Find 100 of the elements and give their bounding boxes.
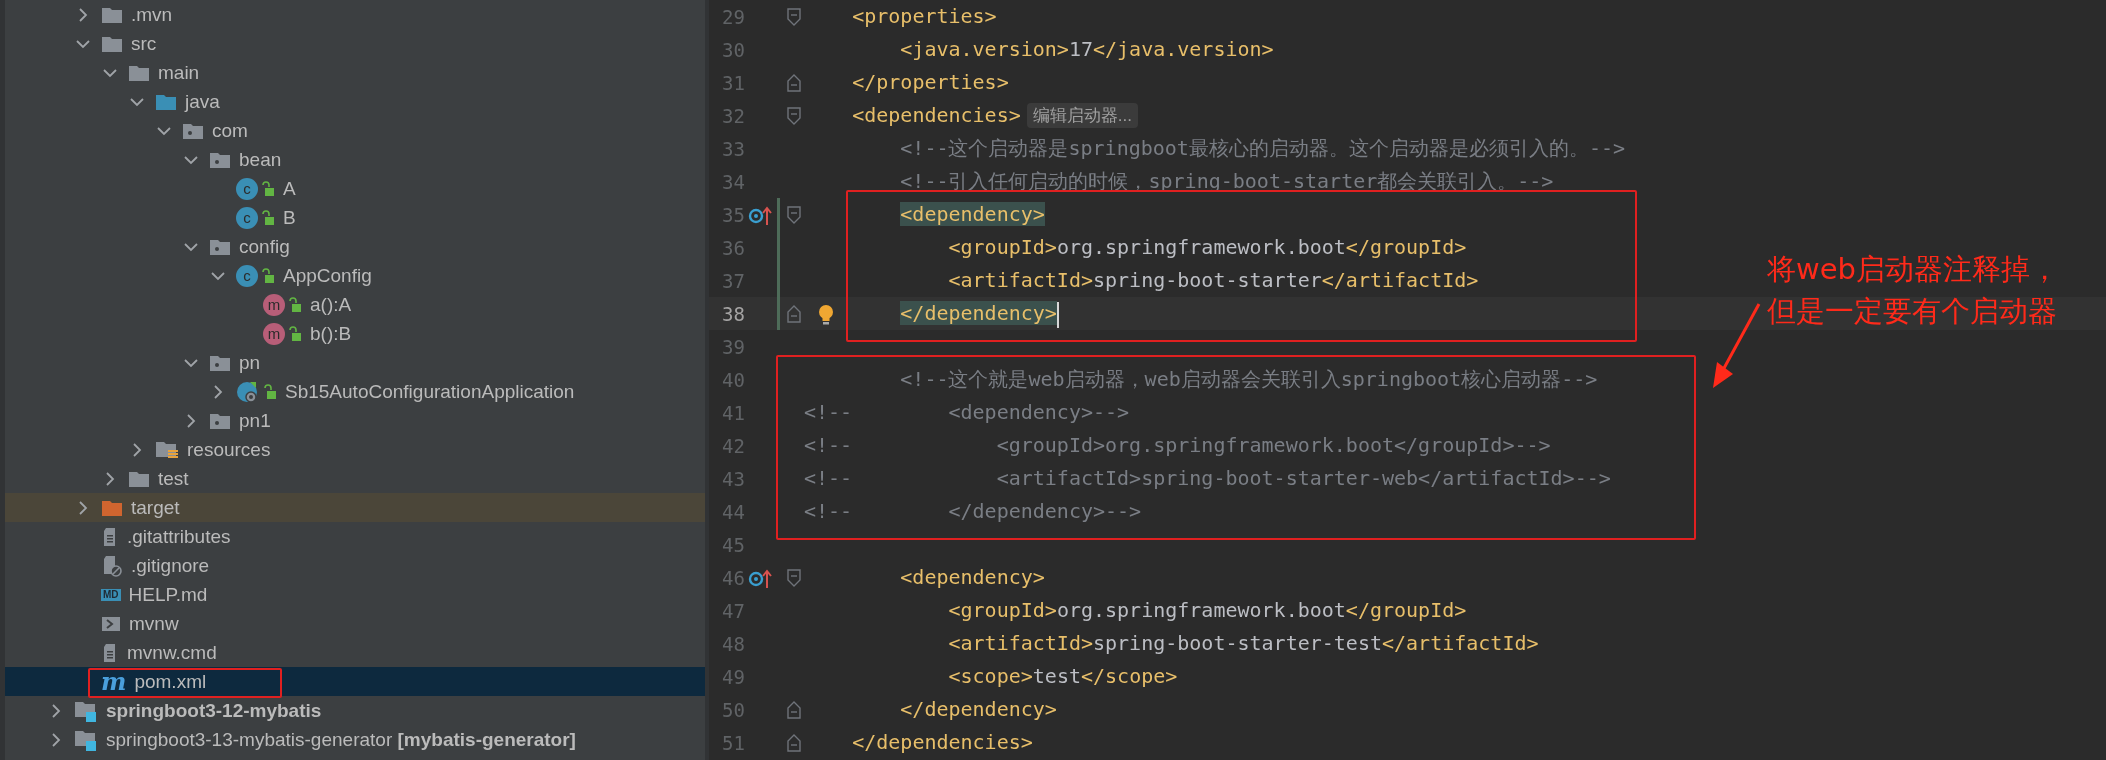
tree-row[interactable]: c B (5, 203, 705, 232)
tree-item-label: a():A (310, 293, 352, 316)
tree-item-label: A (283, 177, 296, 200)
tree-row[interactable]: m b():B (5, 319, 705, 348)
fold-icon[interactable] (786, 7, 801, 26)
fold-icon[interactable] (786, 700, 801, 719)
fold-icon[interactable] (786, 106, 801, 125)
lock-icon (261, 209, 275, 226)
spring-class-icon (236, 379, 260, 404)
tree-item-label: pom.xml (134, 670, 207, 693)
tree-row[interactable]: MD HELP.md (5, 580, 705, 609)
tree-row[interactable]: .gitignore (5, 551, 705, 580)
line-number: 40 (721, 368, 745, 391)
change-marker[interactable] (777, 198, 780, 231)
fold-icon[interactable] (786, 73, 801, 92)
tree-row[interactable]: Sb15AutoConfigurationApplication (5, 377, 705, 406)
tree-item-label: main (158, 61, 200, 84)
tree-row[interactable]: pn1 (5, 406, 705, 435)
tree-row[interactable]: src (5, 29, 705, 58)
terminal-icon (101, 614, 121, 633)
change-marker[interactable] (777, 297, 780, 330)
chevron-right-icon[interactable] (78, 500, 88, 515)
chevron-down-icon[interactable] (184, 357, 198, 368)
chevron-right-icon[interactable] (105, 471, 115, 486)
chevron-down-icon[interactable] (130, 96, 144, 107)
chevron-down-icon[interactable] (211, 270, 225, 281)
line-number: 45 (721, 533, 745, 556)
fold-icon[interactable] (786, 568, 801, 587)
package-icon (209, 150, 231, 169)
lock-icon (261, 180, 275, 197)
tree-row[interactable]: .mvn (5, 0, 705, 29)
code-line: <!--这个启动器是springboot最核心的启动器。这个启动器是必须引入的。--> (899, 135, 1626, 162)
chevron-down-icon[interactable] (103, 67, 117, 78)
code-line: <artifactId>spring-boot-starter-test</artifactId> (947, 630, 1539, 657)
tree-row[interactable]: .gitattributes (5, 522, 705, 551)
folder-icon (128, 63, 150, 82)
tree-row[interactable]: c AppConfig (5, 261, 705, 290)
tree-item-label: HELP.md (128, 583, 208, 606)
code-line: <artifactId>spring-boot-starter</artifactId> (947, 267, 1479, 294)
tree-row[interactable]: pn (5, 348, 705, 377)
tree-row[interactable]: m pom.xml (5, 667, 705, 696)
fold-icon[interactable] (786, 733, 801, 752)
folder-icon (101, 34, 123, 53)
line-number: 37 (721, 269, 745, 292)
inlay-hint[interactable]: 编辑启动器... (1026, 103, 1138, 128)
chevron-down-icon[interactable] (184, 241, 198, 252)
chevron-right-icon[interactable] (132, 442, 142, 457)
tree-row[interactable]: java (5, 87, 705, 116)
lock-icon (288, 296, 302, 313)
code-line: <dependencies> (851, 102, 1021, 129)
tree-item-label: mvnw.cmd (127, 641, 217, 664)
line-number: 46 (721, 566, 745, 589)
tree-item-label: test (158, 467, 189, 490)
code-line: <!-- <artifactId>spring-boot-starter-web</artifactId>--> (804, 465, 1611, 492)
chevron-down-icon[interactable] (157, 125, 171, 136)
tree-item-label: .mvn (131, 3, 173, 26)
tree-row[interactable]: test (5, 464, 705, 493)
tree-row[interactable]: springboot3-13-mybatis-generator [mybatis-generator] (5, 725, 705, 754)
chevron-down-icon[interactable] (184, 154, 198, 165)
chevron-right-icon[interactable] (78, 7, 88, 22)
tree-row[interactable]: springboot3-12-mybatis (5, 696, 705, 725)
line-number: 41 (721, 401, 745, 424)
class-marker: c (236, 264, 258, 287)
tree-row[interactable]: c A (5, 174, 705, 203)
chevron-down-icon[interactable] (76, 38, 90, 49)
code-line: </dependency> (804, 297, 1059, 330)
tree-row[interactable]: m a():A (5, 290, 705, 319)
code-line: <groupId>org.springframework.boot</groupId> (947, 597, 1467, 624)
tree-row[interactable]: config (5, 232, 705, 261)
text-cursor (1056, 301, 1059, 328)
line-number: 35 (721, 203, 745, 226)
tree-item-label: pn (239, 351, 261, 374)
lock-icon (288, 325, 302, 342)
chevron-right-icon[interactable] (213, 384, 223, 399)
tree-item-label: mvnw (129, 612, 179, 635)
package-icon (209, 237, 231, 256)
chevron-right-icon[interactable] (51, 703, 61, 718)
tree-item-label: springboot3-12-mybatis (106, 699, 322, 722)
folder-icon (101, 5, 123, 24)
line-number: 48 (721, 632, 745, 655)
tree-row[interactable]: com (5, 116, 705, 145)
code-line: <dependency> (899, 564, 1045, 591)
fold-icon[interactable] (786, 205, 801, 224)
code-line: <scope>test</scope> (947, 663, 1178, 690)
tree-row[interactable]: resources (5, 435, 705, 464)
change-marker[interactable] (777, 264, 780, 297)
tree-row[interactable]: target (5, 493, 705, 522)
change-marker[interactable] (777, 231, 780, 264)
chevron-right-icon[interactable] (51, 732, 61, 747)
code-line: </dependency> (899, 696, 1057, 723)
chevron-right-icon[interactable] (186, 413, 196, 428)
tree-row[interactable]: bean (5, 145, 705, 174)
tree-row[interactable]: mvnw.cmd (5, 638, 705, 667)
tree-row[interactable]: mvnw (5, 609, 705, 638)
tree-row[interactable]: main (5, 58, 705, 87)
lightbulb-icon[interactable] (818, 304, 834, 326)
folder-icon (128, 469, 150, 488)
code-line: </properties> (851, 69, 1009, 96)
fold-icon[interactable] (786, 304, 801, 323)
line-number: 49 (721, 665, 745, 688)
